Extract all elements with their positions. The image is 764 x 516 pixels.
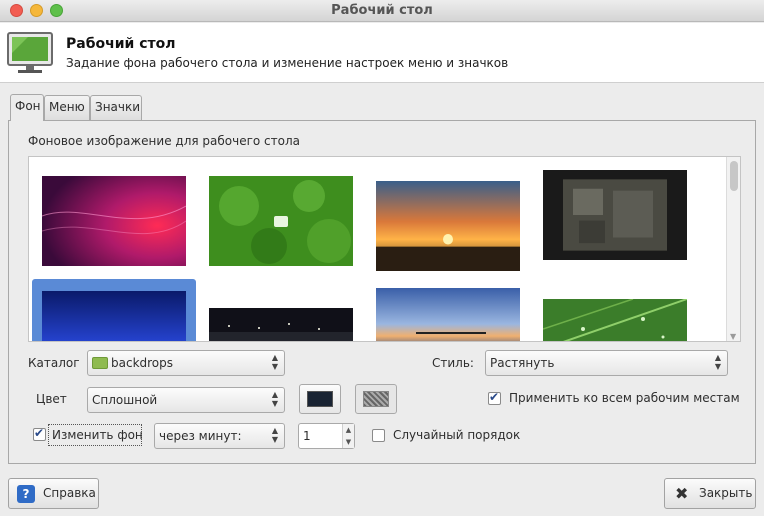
wallpaper-thumb-purple-red[interactable] bbox=[42, 176, 186, 266]
color-mode-select[interactable]: Сплошной ▲ ▼ bbox=[87, 387, 285, 413]
wallpaper-thumb-sunset[interactable] bbox=[376, 181, 520, 271]
scroll-down-arrow-icon[interactable]: ▼ bbox=[730, 332, 736, 341]
help-button-label: Справка bbox=[43, 486, 96, 500]
catalog-label: Каталог bbox=[28, 356, 80, 370]
style-label: Стиль: bbox=[432, 356, 474, 370]
interval-value: через минут: bbox=[159, 429, 242, 443]
wallpaper-thumb-night-city[interactable] bbox=[209, 308, 353, 342]
primary-color-swatch bbox=[307, 391, 333, 407]
dialog-header: Рабочий стол Задание фона рабочего стола… bbox=[0, 23, 764, 83]
change-background-label: Изменить фон bbox=[52, 428, 143, 442]
interval-spinbox[interactable]: 1 ▲ ▼ bbox=[298, 423, 355, 449]
wallpaper-thumb-blue-gradient[interactable] bbox=[42, 291, 186, 342]
window-title: Рабочий стол bbox=[331, 3, 433, 18]
wallpaper-thumb-green-leaf[interactable] bbox=[543, 299, 687, 342]
catalog-select[interactable]: backdrops ▲ ▼ bbox=[87, 350, 285, 376]
secondary-color-button[interactable] bbox=[355, 384, 397, 414]
change-background-checkbox[interactable] bbox=[33, 426, 46, 441]
updown-arrows-icon: ▲ ▼ bbox=[271, 426, 278, 444]
close-button[interactable]: ✖ Закрыть bbox=[664, 478, 756, 509]
tab-background[interactable]: Фон bbox=[10, 94, 44, 121]
desktop-settings-window: Рабочий стол Рабочий стол Задание фона р… bbox=[0, 0, 764, 516]
tab-menu[interactable]: Меню bbox=[44, 95, 90, 120]
wallpaper-section-label: Фоновое изображение для рабочего стола bbox=[28, 134, 300, 148]
updown-arrows-icon: ▲ ▼ bbox=[271, 353, 278, 371]
close-button-label: Закрыть bbox=[699, 486, 753, 500]
gallery-scrollbar[interactable]: ▼ bbox=[726, 157, 740, 341]
interval-select[interactable]: через минут: ▲ ▼ bbox=[154, 423, 285, 449]
wallpaper-gallery[interactable]: ▼ bbox=[28, 156, 741, 342]
updown-arrows-icon: ▲ ▼ bbox=[714, 353, 721, 371]
gallery-scroll-thumb[interactable] bbox=[730, 161, 738, 191]
wallpaper-thumb-stone-carving[interactable] bbox=[543, 170, 687, 260]
apply-all-label: Применить ко всем рабочим местам bbox=[509, 391, 740, 405]
wallpaper-thumb-green-bokeh[interactable] bbox=[209, 176, 353, 266]
color-label: Цвет bbox=[36, 392, 67, 406]
wallpaper-thumb-pier[interactable] bbox=[376, 288, 520, 342]
spin-buttons[interactable]: ▲ ▼ bbox=[342, 424, 354, 448]
primary-color-button[interactable] bbox=[299, 384, 341, 414]
desktop-monitor-icon bbox=[7, 32, 53, 73]
help-button[interactable]: ? Справка bbox=[8, 478, 99, 509]
updown-arrows-icon: ▲ ▼ bbox=[271, 390, 278, 408]
random-order-checkbox[interactable] bbox=[372, 429, 385, 442]
close-icon: ✖ bbox=[675, 484, 689, 503]
tab-icons[interactable]: Значки bbox=[90, 95, 142, 120]
header-subtitle: Задание фона рабочего стола и изменение … bbox=[66, 56, 509, 70]
apply-all-checkbox[interactable] bbox=[488, 390, 501, 405]
style-select[interactable]: Растянуть ▲ ▼ bbox=[485, 350, 728, 376]
catalog-value: backdrops bbox=[111, 356, 174, 370]
style-value: Растянуть bbox=[490, 356, 555, 370]
secondary-color-swatch bbox=[363, 391, 389, 407]
folder-icon bbox=[92, 357, 108, 369]
color-mode-value: Сплошной bbox=[92, 393, 158, 407]
header-title: Рабочий стол bbox=[66, 36, 176, 52]
title-bar[interactable]: Рабочий стол bbox=[0, 0, 764, 22]
interval-number: 1 bbox=[303, 429, 311, 443]
help-icon: ? bbox=[17, 485, 35, 503]
random-order-label: Случайный порядок bbox=[393, 428, 521, 442]
